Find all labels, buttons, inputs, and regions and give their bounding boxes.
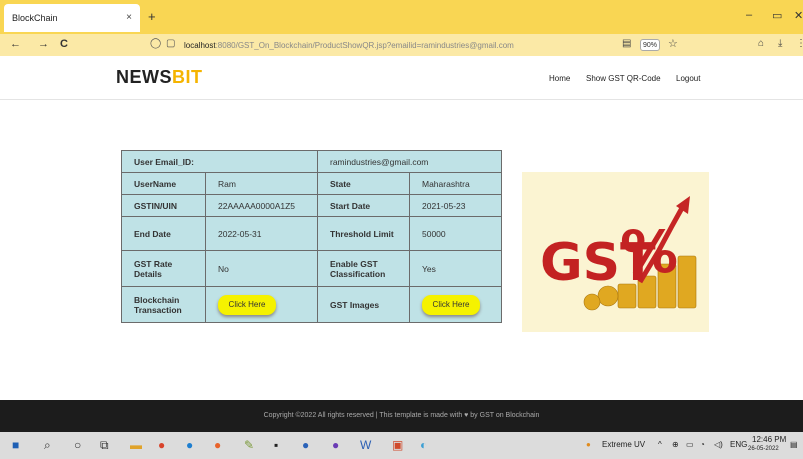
maximize-button[interactable]: ▭	[772, 9, 782, 22]
edge-icon[interactable]: ●	[186, 438, 193, 452]
gstin-value: 22AAAAA0000A1Z5	[205, 194, 318, 217]
gst-images-label: GST Images	[317, 286, 410, 323]
url-host: localhost	[184, 40, 216, 50]
close-window-button[interactable]: ✕	[794, 9, 803, 22]
logo-main: NEWS	[116, 67, 172, 87]
nav-show-gst-qr-code[interactable]: Show GST QR-Code	[586, 74, 661, 83]
address-bar[interactable]: ◯ ▢ localhost :8080/GST_On_Blockchain/Pr…	[146, 36, 686, 54]
tray-network-icon[interactable]: ⊕	[672, 440, 679, 449]
site-header: NEWSBIT Home Show GST QR-Code Logout	[0, 56, 803, 100]
notifications-icon[interactable]: ▤	[790, 440, 798, 449]
back-button[interactable]: ←	[10, 38, 21, 50]
end-date-value: 2022-05-31	[205, 216, 318, 251]
site-footer: Copyright ©2022 All rights reserved | Th…	[0, 400, 803, 432]
threshold-label: Threshold Limit	[317, 216, 410, 251]
footer-copyright: Copyright ©2022 All rights reserved | Th…	[263, 412, 540, 419]
gst-images-click-here-button[interactable]: Click Here	[422, 294, 480, 315]
close-tab-icon[interactable]: ×	[126, 12, 132, 23]
tab-title: BlockChain	[12, 13, 58, 23]
email-label: User Email_ID:	[121, 150, 318, 173]
paint-icon[interactable]: ✎	[244, 438, 254, 452]
email-value: ramindustries@gmail.com	[317, 150, 502, 173]
nav-logout[interactable]: Logout	[676, 74, 700, 83]
download-icon[interactable]: ⤓	[778, 38, 782, 49]
tray-battery-icon[interactable]: ▭	[686, 440, 694, 449]
browser-tab-bar: BlockChain × + – ▭ ✕	[0, 0, 803, 34]
blockchain-label: Blockchain Transaction	[121, 286, 206, 323]
state-label: State	[317, 172, 410, 195]
reader-view-icon[interactable]: ▤	[622, 38, 631, 49]
app-blue-icon[interactable]: ◐	[420, 438, 427, 452]
os-taskbar: ■ ⌕ ○ ⧉ ▬ ● ● ● ✎ ▪ ● ● W ▣ ◐ ● Extreme …	[0, 432, 803, 459]
tray-time[interactable]: 12:46 PM	[752, 435, 786, 444]
search-icon[interactable]: ⌕	[44, 438, 51, 453]
new-tab-button[interactable]: +	[148, 9, 156, 24]
windows-start-icon[interactable]: ■	[12, 438, 19, 452]
chrome-icon[interactable]: ●	[158, 438, 165, 452]
tray-chevron-icon[interactable]: ^	[658, 440, 662, 449]
firefox-icon[interactable]: ●	[214, 438, 221, 452]
site-logo[interactable]: NEWSBIT	[116, 67, 203, 88]
bookmark-star-icon[interactable]: ☆	[668, 37, 678, 50]
menu-icon[interactable]: ⋮	[796, 38, 803, 49]
nav-home[interactable]: Home	[549, 74, 570, 83]
start-date-label: Start Date	[317, 194, 410, 217]
file-explorer-icon[interactable]: ▬	[130, 438, 142, 452]
app-purple-icon[interactable]: ●	[332, 438, 339, 452]
gstin-label: GSTIN/UIN	[121, 194, 206, 217]
logo-accent: BIT	[172, 67, 203, 87]
blockchain-click-here-button[interactable]: Click Here	[218, 294, 276, 315]
shield-icon: ◯	[150, 38, 162, 49]
classification-value: Yes	[409, 250, 502, 287]
state-value: Maharashtra	[409, 172, 502, 195]
forward-button[interactable]: →	[38, 38, 49, 50]
cortana-icon[interactable]: ○	[74, 438, 81, 452]
task-view-icon[interactable]: ⧉	[100, 438, 109, 453]
app-red-icon[interactable]: ▣	[392, 438, 403, 452]
app-icon[interactable]: ▪	[274, 438, 278, 452]
pocket-icon[interactable]: ⌂	[758, 38, 764, 49]
gst-rate-label: GST Rate Details	[121, 250, 206, 287]
tray-language[interactable]: ENG	[730, 440, 747, 449]
tray-wifi-icon[interactable]: ◔	[700, 440, 705, 449]
classification-label: Enable GST Classification	[317, 250, 410, 287]
start-date-value: 2021-05-23	[409, 194, 502, 217]
weather-text[interactable]: Extreme UV	[602, 440, 645, 449]
gst-graphic-percent: %	[620, 218, 678, 286]
tray-volume-icon[interactable]: ◁)	[714, 440, 723, 449]
blockchain-cell: Click Here	[205, 286, 318, 323]
word-icon[interactable]: W	[360, 438, 371, 452]
threshold-value: 50000	[409, 216, 502, 251]
gst-rate-value: No	[205, 250, 318, 287]
browser-app-icon[interactable]: ●	[302, 438, 309, 452]
minimize-button[interactable]: –	[746, 9, 752, 21]
gst-graphic: GST %	[522, 172, 709, 332]
page-icon: ▢	[166, 38, 176, 49]
gst-details-table: User Email_ID: ramindustries@gmail.com U…	[121, 150, 502, 323]
zoom-level[interactable]: 90%	[640, 39, 660, 51]
tray-date[interactable]: 26-05-2022	[748, 446, 779, 452]
url-path: :8080/GST_On_Blockchain/ProductShowQR.js…	[215, 40, 514, 50]
browser-tab[interactable]: BlockChain ×	[4, 4, 140, 32]
weather-icon: ●	[586, 440, 591, 449]
username-value: Ram	[205, 172, 318, 195]
browser-nav-bar: ← → C ◯ ▢ localhost :8080/GST_On_Blockch…	[0, 34, 803, 56]
end-date-label: End Date	[121, 216, 206, 251]
reload-button[interactable]: C	[60, 38, 68, 50]
username-label: UserName	[121, 172, 206, 195]
gst-illustration: GST %	[522, 172, 709, 332]
gst-images-cell: Click Here	[409, 286, 502, 323]
